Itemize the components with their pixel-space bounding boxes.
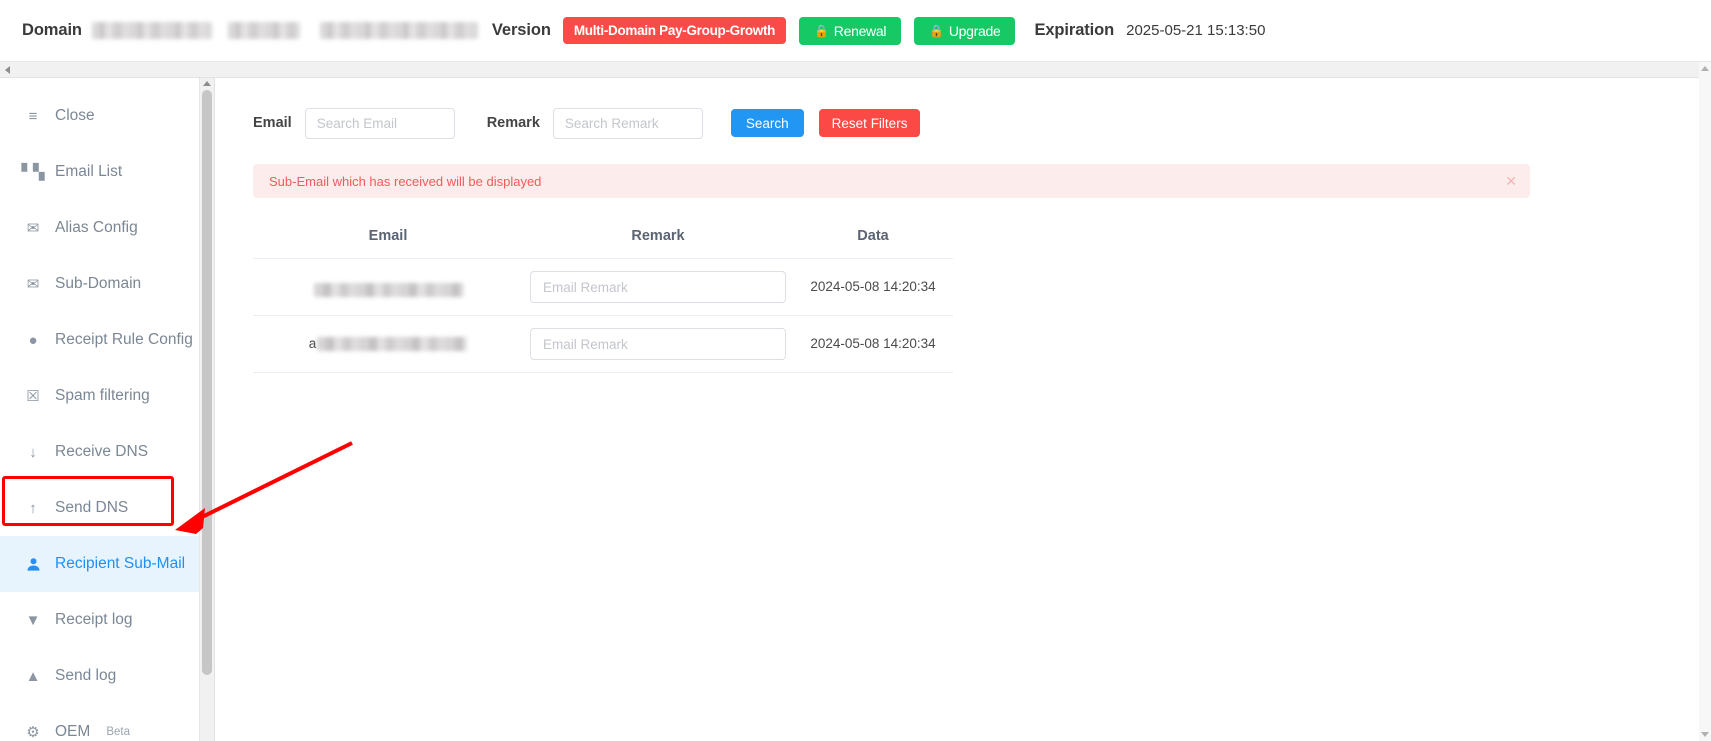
table-row: a 2024-05-08 14:20:34 [253,315,953,373]
scroll-down-icon[interactable] [1701,732,1709,737]
sidebar-item-receipt-log[interactable]: ▼ Receipt log [0,592,199,648]
sidebar-item-label: Alias Config [55,219,138,236]
sidebar-scrollbar-thumb[interactable] [202,90,212,675]
sidebar-item-label: Recipient Sub-Mail [55,555,186,572]
sidebar-item-oem[interactable]: ⚙ OEM Beta [0,704,199,741]
user-icon [24,557,42,572]
expiration-value: 2025-05-21 15:13:50 [1126,22,1266,39]
search-email-input[interactable] [304,107,455,139]
sidebar-item-send-dns[interactable]: ↑ Send DNS [0,480,199,536]
expiration-label: Expiration [1034,21,1115,39]
email-remark-input[interactable] [530,328,786,360]
email-prefix: a [308,336,317,351]
email-redacted [313,283,464,297]
sidebar-item-alias-config[interactable]: ✉ Alias Config [0,200,199,256]
table-header: Email Remark Data [253,214,953,259]
column-header-remark: Remark [523,214,793,259]
column-header-data: Data [793,214,953,259]
cell-data: 2024-05-08 14:20:34 [793,315,953,373]
sidebar-item-label: Receipt log [55,611,133,628]
scroll-up-icon[interactable] [1701,66,1709,71]
email-redacted [317,336,468,351]
email-value: a [309,336,468,351]
email-remark-input[interactable] [530,271,786,303]
sidebar-item-label: Email List [55,163,123,180]
table-body: 2024-05-08 14:20:34 a 2024-05-08 14: [253,258,953,373]
domain-value-redacted-1 [91,22,212,39]
email-value [313,283,464,297]
sidebar-item-label: Send log [55,667,117,684]
cell-email: a [253,315,523,373]
mailbox-icon: ✉ [26,275,40,293]
data-value: 2024-05-08 14:20:34 [810,279,936,294]
page-scrollbar[interactable] [1699,62,1711,741]
version-badge[interactable]: Multi-Domain Pay-Group-Growth [562,17,787,44]
cell-remark [523,258,793,316]
domain-label: Domain [22,21,82,39]
domain-value-redacted-3 [319,22,478,39]
page-body: ≡ Close ▘▚ Email List ✉ Alias Config ✉ S… [0,78,1711,741]
sub-mail-table: Email Remark Data Email Remark 2024-05-0… [253,214,953,373]
sidebar-item-close[interactable]: ≡ Close [0,88,199,144]
renewal-button[interactable]: 🔒 Renewal [799,16,902,45]
cell-data: 2024-05-08 14:20:34 [793,258,953,316]
email-filter-label: Email [253,115,292,131]
sidebar-item-spam-filtering[interactable]: ☒ Spam filtering [0,368,199,424]
renewal-button-label: Renewal [833,22,887,39]
lamp-icon: ⚙ [26,723,40,741]
sidebar-item-send-log[interactable]: ▲ Send log [0,648,199,704]
sidebar-item-recipient-sub-mail[interactable]: Recipient Sub-Mail [0,536,199,592]
sidebar-item-label: Receipt Rule Config [55,331,193,348]
triangle-down-icon: ▼ [25,611,41,629]
sidebar-item-email-list[interactable]: ▘▚ Email List [0,144,199,200]
sidebar-item-label: Spam filtering [55,387,150,404]
sidebar-item-label: Receive DNS [55,443,149,460]
sidebar-item-badge: Beta [106,726,130,738]
upgrade-button-label: Upgrade [948,22,1001,39]
column-header-email: Email [253,214,523,259]
search-remark-input[interactable] [552,107,703,139]
arrow-down-icon: ↓ [29,443,37,461]
mailbox-icon: ✉ [26,219,40,237]
top-bar: Domain Version Multi-Domain Pay-Group-Gr… [0,0,1711,62]
info-alert: Sub-Email which has received will be dis… [253,164,1530,198]
balloon-icon: ● [28,331,38,349]
sidebar: ≡ Close ▘▚ Email List ✉ Alias Config ✉ S… [0,78,200,741]
sidebar-scrollbar[interactable] [200,78,215,741]
remark-filter-label: Remark [486,115,540,131]
filter-bar: Email Remark Search Reset Filters [253,106,1711,140]
bar-chart-icon: ▘▚ [21,163,45,181]
upgrade-button[interactable]: 🔒 Upgrade [914,16,1016,45]
alert-message: Sub-Email which has received will be dis… [269,173,542,189]
arrow-up-icon: ↑ [29,499,37,517]
sidebar-item-sub-domain[interactable]: ✉ Sub-Domain [0,256,199,312]
lock-icon: 🔒 [814,23,829,38]
reset-filters-button[interactable]: Reset Filters [818,109,921,137]
sidebar-item-label: Close [55,107,95,124]
cell-email [253,258,523,316]
cell-remark [523,315,793,373]
table-header-row: Email Remark Data [253,214,953,259]
main-content: Email Remark Search Reset Filters Sub-Em… [215,78,1711,741]
scroll-up-icon[interactable] [203,81,211,86]
sidebar-item-receive-dns[interactable]: ↓ Receive DNS [0,424,199,480]
clipboard-x-icon: ☒ [26,387,40,405]
close-icon[interactable]: ✕ [1505,174,1517,188]
scroll-left-icon[interactable] [5,65,10,74]
sidebar-item-label: Send DNS [55,499,129,516]
sidebar-item-label: OEM [55,723,91,740]
sidebar-item-label: Sub-Domain [55,275,142,292]
triangle-up-icon: ▲ [25,667,41,685]
table-row: 2024-05-08 14:20:34 [253,258,953,316]
lock-icon: 🔒 [929,23,944,38]
version-label: Version [491,21,551,39]
domain-value-redacted-2 [227,22,300,39]
horizontal-scrollbar[interactable] [0,62,1711,78]
sidebar-item-receipt-rule-config[interactable]: ● Receipt Rule Config [0,312,199,368]
data-value: 2024-05-08 14:20:34 [810,336,936,351]
menu-collapse-icon: ≡ [28,107,38,125]
search-button[interactable]: Search [730,109,804,137]
